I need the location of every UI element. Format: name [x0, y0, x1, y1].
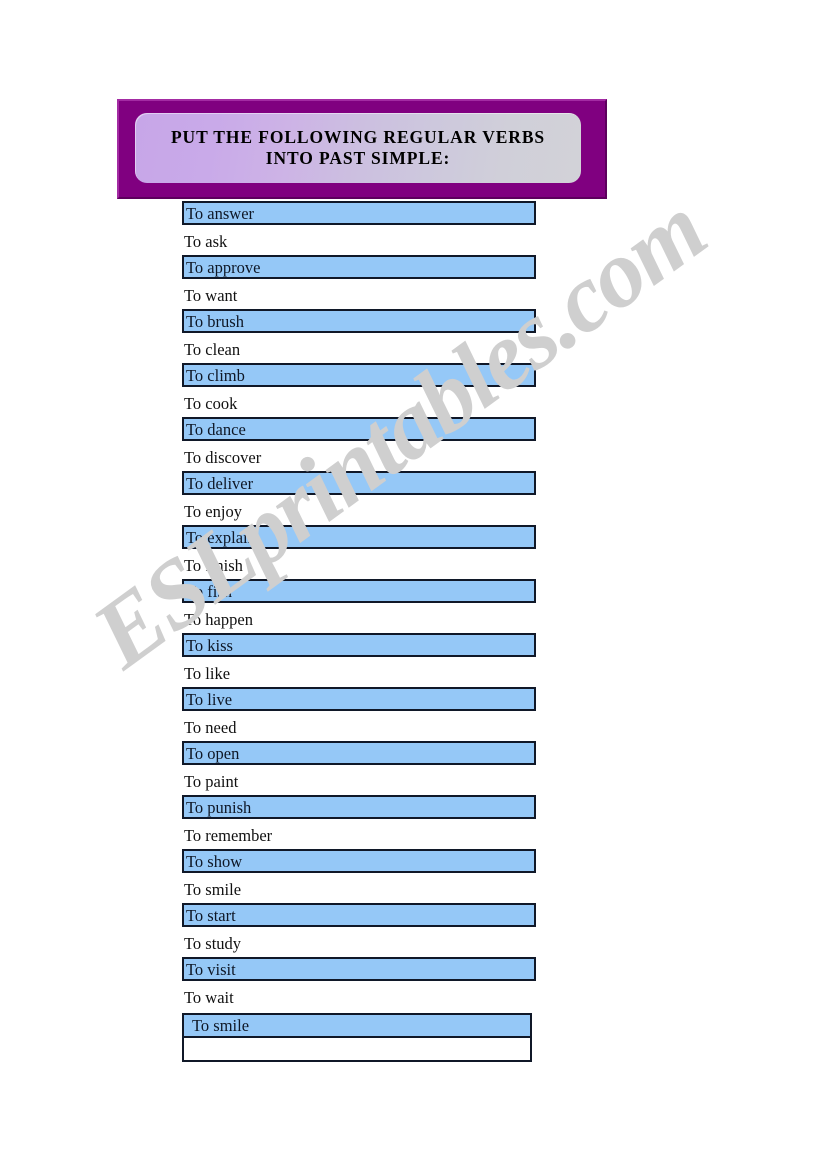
page-title: PUT THE FOLLOWING REGULAR VERBS INTO PAS… — [170, 127, 546, 168]
verb-label: To finish — [184, 556, 243, 575]
verb-label: To happen — [184, 610, 253, 629]
verb-label: To start — [186, 905, 236, 925]
verb-prompt-row: To enjoy — [182, 498, 536, 525]
verb-label: To wait — [184, 988, 234, 1007]
verb-answer-box[interactable]: To brush — [182, 309, 536, 333]
verb-label: To visit — [186, 959, 236, 979]
verb-label: To ask — [184, 232, 228, 251]
verb-label: To answer — [186, 203, 255, 223]
final-table-empty-cell[interactable] — [184, 1038, 530, 1060]
verb-answer-box[interactable]: To dance — [182, 417, 536, 441]
final-answer-table: To smile — [182, 1013, 532, 1062]
verb-prompt-row: To finish — [182, 552, 536, 579]
verb-label: To fish — [186, 581, 233, 601]
verb-prompt-row: To happen — [182, 606, 536, 633]
verb-label: To clean — [184, 340, 241, 359]
verb-label: To punish — [186, 797, 252, 817]
verb-prompt-row: To smile — [182, 876, 536, 903]
verb-label: To climb — [186, 365, 245, 385]
verb-prompt-row: To paint — [182, 768, 536, 795]
verb-list: To answer To ask To approve To want To brush… — [182, 201, 536, 1011]
verb-prompt-row: To remember — [182, 822, 536, 849]
verb-answer-box[interactable]: To approve — [182, 255, 536, 279]
verb-prompt-row: To clean — [182, 336, 536, 363]
verb-answer-box[interactable]: To visit — [182, 957, 536, 981]
verb-label: To need — [184, 718, 237, 737]
verb-label: To open — [186, 743, 240, 763]
verb-answer-box[interactable]: To show — [182, 849, 536, 873]
verb-label: To cook — [184, 394, 238, 413]
verb-prompt-row: To cook — [182, 390, 536, 417]
final-table-filled-cell[interactable]: To smile — [184, 1015, 530, 1038]
verb-label: To paint — [184, 772, 239, 791]
verb-label: To kiss — [186, 635, 233, 655]
verb-label: To live — [186, 689, 233, 709]
verb-answer-box[interactable]: To explain — [182, 525, 536, 549]
verb-answer-box[interactable]: To live — [182, 687, 536, 711]
verb-label: To dance — [186, 419, 246, 439]
verb-answer-box[interactable]: To climb — [182, 363, 536, 387]
verb-answer-box[interactable]: To punish — [182, 795, 536, 819]
verb-answer-box[interactable]: To start — [182, 903, 536, 927]
verb-prompt-row: To like — [182, 660, 536, 687]
verb-label: To smile — [184, 880, 242, 899]
verb-label: To approve — [186, 257, 261, 277]
verb-label: To enjoy — [184, 502, 242, 521]
verb-label: To study — [184, 934, 242, 953]
verb-prompt-row: To need — [182, 714, 536, 741]
verb-label: To like — [184, 664, 231, 683]
verb-prompt-row: To wait — [182, 984, 536, 1011]
title-banner: PUT THE FOLLOWING REGULAR VERBS INTO PAS… — [117, 99, 607, 199]
verb-answer-box[interactable]: To answer — [182, 201, 536, 225]
verb-label: To want — [184, 286, 238, 305]
verb-label: To brush — [186, 311, 244, 331]
verb-label: To discover — [184, 448, 262, 467]
final-table-filled-label: To smile — [192, 1015, 250, 1035]
verb-answer-box[interactable]: To fish — [182, 579, 536, 603]
verb-answer-box[interactable]: To kiss — [182, 633, 536, 657]
verb-answer-box[interactable]: To deliver — [182, 471, 536, 495]
verb-label: To explain — [186, 527, 256, 547]
verb-label: To show — [186, 851, 243, 871]
verb-label: To remember — [184, 826, 273, 845]
verb-answer-box[interactable]: To open — [182, 741, 536, 765]
verb-prompt-row: To ask — [182, 228, 536, 255]
title-banner-panel: PUT THE FOLLOWING REGULAR VERBS INTO PAS… — [135, 113, 581, 183]
verb-prompt-row: To discover — [182, 444, 536, 471]
verb-prompt-row: To study — [182, 930, 536, 957]
verb-prompt-row: To want — [182, 282, 536, 309]
verb-label: To deliver — [186, 473, 254, 493]
